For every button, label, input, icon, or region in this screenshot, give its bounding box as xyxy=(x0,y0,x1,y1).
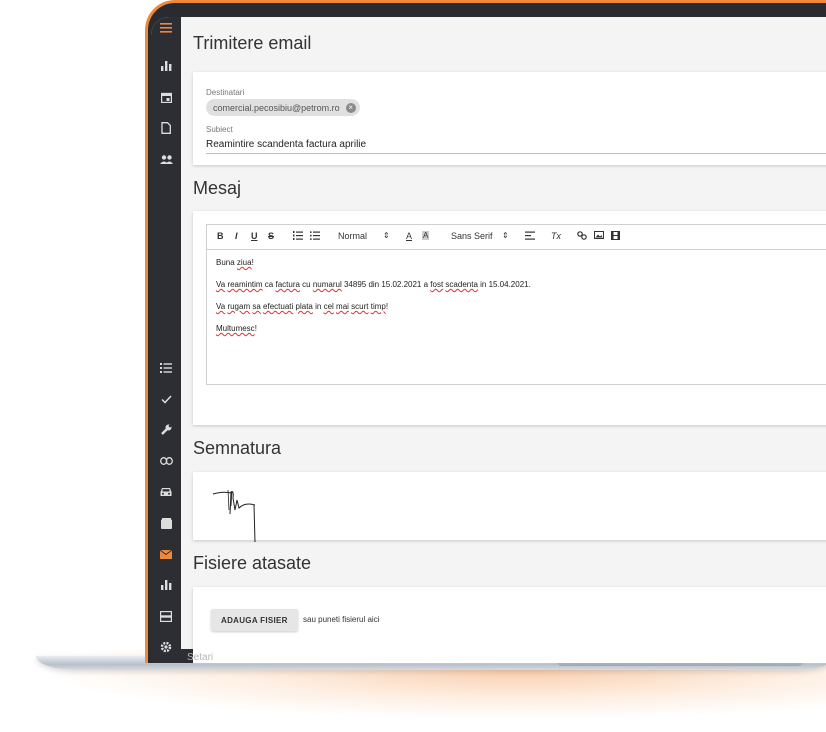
signature-card[interactable] xyxy=(193,472,826,543)
subject-underline xyxy=(206,153,826,154)
settings-icon[interactable] xyxy=(151,636,181,658)
email-card: Destinatari comercial.pecosibiu@petrom.r… xyxy=(193,72,826,165)
link-insert-icon[interactable] xyxy=(577,231,587,242)
app-screen: Setari Trimitere email Destinatari comer… xyxy=(151,17,826,663)
attachments-card: ADAUGA FISIER sau puneti fisierul aici xyxy=(193,587,826,663)
laptop-screen-frame: Setari Trimitere email Destinatari comer… xyxy=(145,0,826,663)
remove-recipient-icon[interactable]: × xyxy=(345,102,356,113)
subject-label: Subiect xyxy=(206,125,233,134)
add-file-button[interactable]: ADAUGA FISIER xyxy=(211,609,298,631)
recipients-label: Destinatari xyxy=(206,88,245,97)
bar-chart-icon[interactable] xyxy=(151,55,181,77)
align-icon[interactable] xyxy=(525,231,535,242)
settings-label[interactable]: Setari xyxy=(187,652,213,663)
check-icon[interactable] xyxy=(151,388,181,410)
storage-icon[interactable] xyxy=(151,605,181,627)
car-icon[interactable] xyxy=(151,481,181,503)
italic-button[interactable]: I xyxy=(235,231,238,241)
underline-button[interactable]: U xyxy=(251,231,258,241)
recipient-chip[interactable]: comercial.pecosibiu@petrom.ro × xyxy=(206,99,360,116)
side-rail xyxy=(151,17,181,663)
clear-format-button[interactable]: Tx xyxy=(551,231,561,241)
people-icon[interactable] xyxy=(151,148,181,170)
menu-icon[interactable] xyxy=(151,17,181,39)
message-editor[interactable]: B I U S Normal ⇕ A A Sans Serif ⇕ Tx Bun… xyxy=(206,224,826,385)
video-insert-icon[interactable] xyxy=(611,231,620,242)
mail-icon[interactable] xyxy=(151,543,181,565)
message-line-4: Multumesc! xyxy=(216,324,257,333)
attachments-section-title: Fisiere atasate xyxy=(193,553,312,573)
editor-toolbar: B I U S Normal ⇕ A A Sans Serif ⇕ Tx xyxy=(207,225,826,250)
text-color-button[interactable]: A xyxy=(406,231,412,241)
bold-button[interactable]: B xyxy=(217,231,224,241)
signature-section-title: Semnatura xyxy=(193,438,282,458)
message-line-3: Va rugam sa efectuati plata in cel mai s… xyxy=(216,302,389,311)
recipient-email: comercial.pecosibiu@petrom.ro xyxy=(213,102,340,113)
ordered-list-icon[interactable] xyxy=(293,231,303,242)
bar-chart-icon-2[interactable] xyxy=(151,574,181,596)
signature-drawing xyxy=(212,489,256,543)
background-color-button[interactable]: A xyxy=(422,231,430,240)
strike-button[interactable]: S xyxy=(268,231,274,241)
document-icon[interactable] xyxy=(151,117,181,139)
image-insert-icon[interactable] xyxy=(594,231,604,241)
message-line-1: Buna ziua! xyxy=(216,258,254,267)
message-card: B I U S Normal ⇕ A A Sans Serif ⇕ Tx Bun… xyxy=(193,211,826,425)
drop-hint[interactable]: sau puneti fisierul aici xyxy=(303,615,379,624)
format-chevron-icon[interactable]: ⇕ xyxy=(383,231,390,240)
message-line-2: Va reamintim ca factura cu numarul 34895… xyxy=(216,280,531,289)
font-select[interactable]: Sans Serif xyxy=(451,231,493,241)
email-section-title: Trimitere email xyxy=(193,33,312,53)
archive-icon[interactable] xyxy=(151,512,181,534)
calendar-icon[interactable] xyxy=(151,86,181,108)
message-section-title: Mesaj xyxy=(193,178,242,198)
list-icon[interactable] xyxy=(151,357,181,379)
bullet-list-icon[interactable] xyxy=(309,231,320,242)
link-icon[interactable] xyxy=(151,450,181,472)
main-content: Trimitere email Destinatari comercial.pe… xyxy=(181,17,826,663)
font-chevron-icon[interactable]: ⇕ xyxy=(502,231,509,240)
wrench-icon[interactable] xyxy=(151,419,181,441)
subject-input[interactable]: Reamintire scandenta factura aprilie xyxy=(206,139,366,150)
format-select[interactable]: Normal xyxy=(338,231,367,241)
